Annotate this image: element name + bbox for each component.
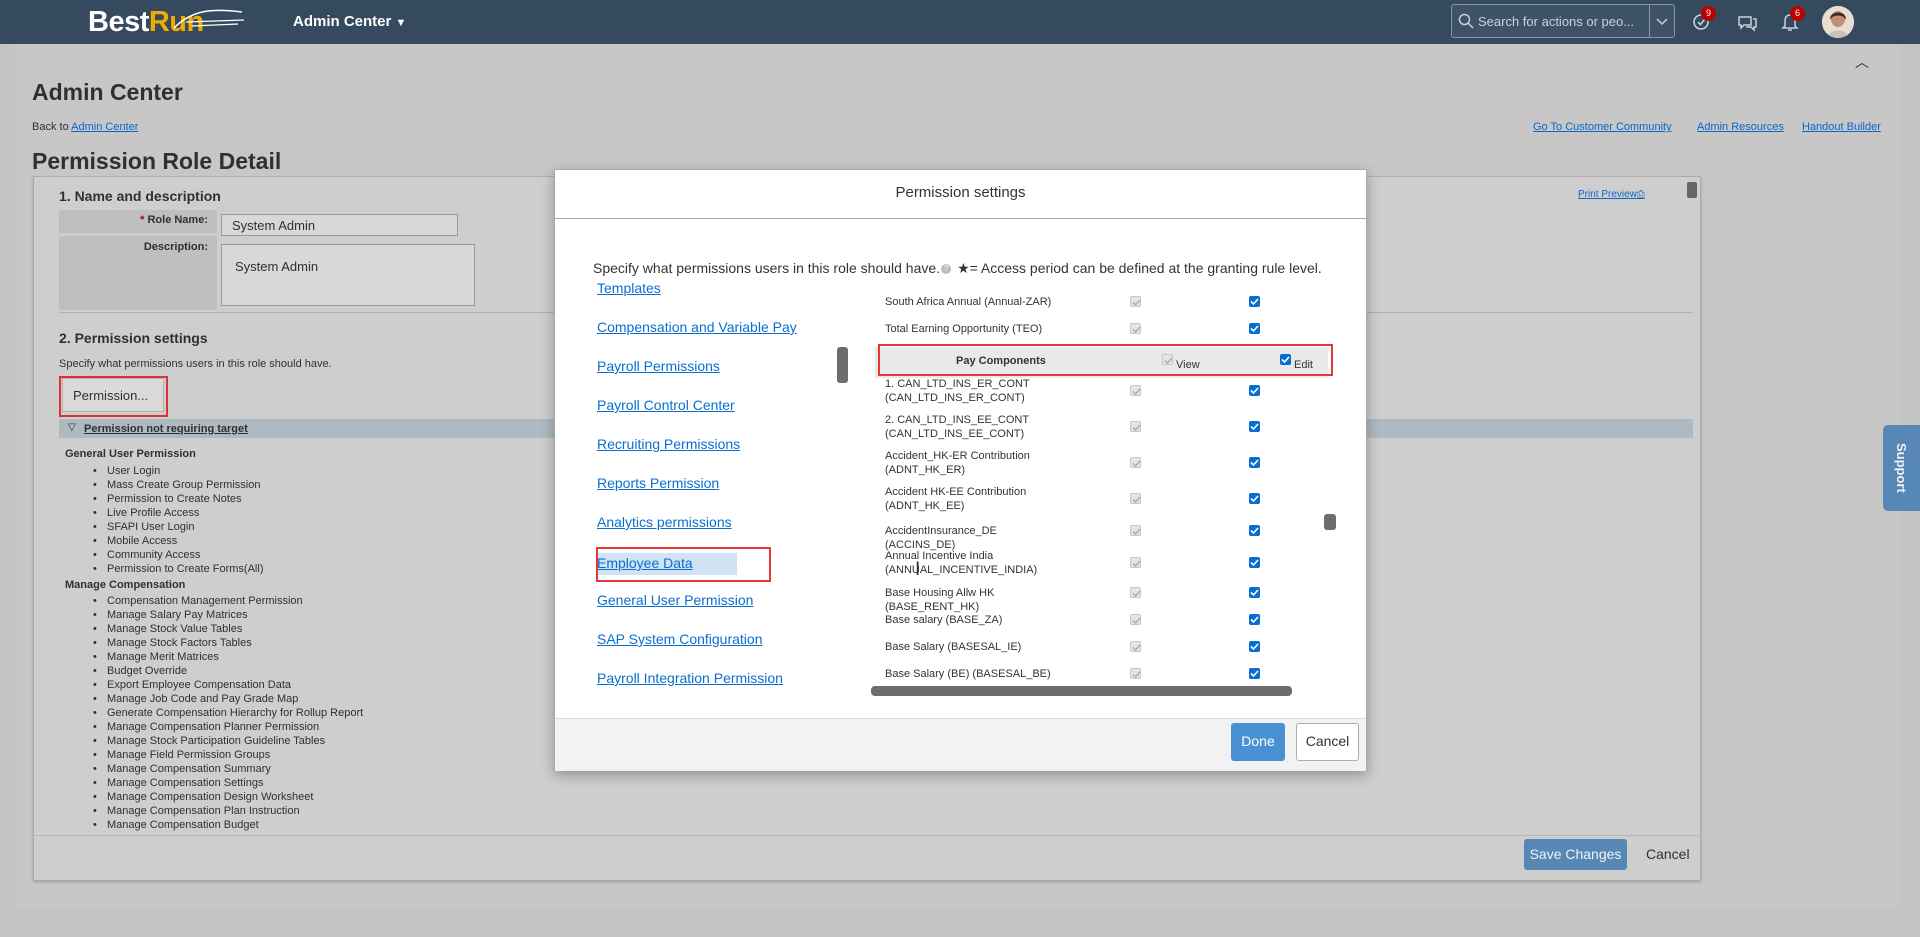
edit-checkbox[interactable] — [1249, 614, 1260, 625]
logo-swoosh-icon — [173, 9, 245, 29]
view-checkbox[interactable] — [1130, 641, 1141, 652]
category-link[interactable]: Analytics permissions — [597, 514, 732, 530]
todo-badge: 9 — [1701, 6, 1716, 21]
notifications-button[interactable]: 6 — [1777, 6, 1805, 35]
search-input[interactable]: Search for actions or peo... — [1451, 4, 1675, 38]
chevron-down-icon — [1656, 18, 1668, 26]
permission-row-label: AccidentInsurance_DE (ACCINS_DE) — [885, 525, 997, 551]
access-period-note: ★= Access period can be defined at the g… — [957, 260, 1322, 276]
todo-button[interactable]: 9 — [1688, 6, 1716, 35]
permission-row-label: 1. CAN_LTD_INS_ER_CONT (CAN_LTD_INS_ER_C… — [885, 378, 1030, 404]
edit-checkbox[interactable] — [1249, 421, 1260, 432]
category-link[interactable]: Reports Permission — [597, 475, 719, 491]
edit-checkbox[interactable] — [1249, 525, 1260, 536]
permission-row-label: Base Salary (BASESAL_IE) — [885, 641, 1022, 653]
edit-checkbox[interactable] — [1249, 323, 1260, 334]
view-checkbox[interactable] — [1130, 296, 1141, 307]
category-link[interactable]: SAP System Configuration — [597, 631, 763, 647]
edit-checkbox[interactable] — [1249, 493, 1260, 504]
admin-center-menu[interactable]: Admin Center ▼ — [293, 13, 406, 30]
view-checkbox[interactable] — [1130, 323, 1141, 334]
admin-center-menu-label: Admin Center — [293, 13, 392, 30]
view-checkbox[interactable] — [1130, 457, 1141, 468]
permission-settings-dialog: Permission settings Specify what permiss… — [554, 169, 1367, 771]
dialog-description-text: Specify what permissions users in this r… — [593, 260, 941, 276]
dialog-title: Permission settings — [895, 184, 1026, 201]
text-cursor-icon: I — [915, 559, 921, 580]
edit-checkbox[interactable] — [1249, 587, 1260, 598]
search-placeholder: Search for actions or peo... — [1478, 14, 1635, 29]
avatar[interactable] — [1822, 6, 1854, 38]
category-link[interactable]: Recruiting Permissions — [597, 436, 740, 452]
feedback-icon — [1738, 16, 1757, 32]
category-link[interactable]: Compensation and Variable Pay — [597, 319, 797, 335]
category-scrollbar[interactable] — [837, 347, 848, 383]
edit-checkbox[interactable] — [1249, 557, 1260, 568]
view-checkbox[interactable] — [1130, 525, 1141, 536]
feedback-button[interactable] — [1734, 9, 1760, 35]
view-checkbox[interactable] — [1130, 493, 1141, 504]
view-checkbox[interactable] — [1130, 668, 1141, 679]
search-icon — [1458, 13, 1474, 29]
permission-row-label: Base salary (BASE_ZA) — [885, 614, 1003, 626]
highlight-box — [596, 547, 771, 582]
logo-best: Best — [88, 6, 149, 38]
category-link[interactable]: General User Permission — [597, 592, 753, 608]
user-photo-icon — [1822, 6, 1854, 38]
table-scrollbar[interactable] — [1324, 514, 1336, 530]
dialog-divider — [555, 218, 1366, 219]
dialog-description: Specify what permissions users in this r… — [593, 260, 1322, 277]
edit-checkbox[interactable] — [1249, 385, 1260, 396]
category-link[interactable]: Templates — [597, 280, 661, 296]
help-icon[interactable]: ? — [941, 264, 952, 275]
notifications-badge: 6 — [1790, 6, 1805, 21]
search-dropdown-button[interactable] — [1649, 5, 1674, 37]
dialog-cancel-button[interactable]: Cancel — [1296, 723, 1359, 761]
permission-row-label: Accident_HK-ER Contribution (ADNT_HK_ER) — [885, 450, 1030, 476]
edit-checkbox[interactable] — [1249, 296, 1260, 307]
edit-checkbox[interactable] — [1249, 668, 1260, 679]
highlight-box — [878, 344, 1333, 376]
view-checkbox[interactable] — [1130, 587, 1141, 598]
category-link[interactable]: Payroll Integration Permission — [597, 670, 783, 686]
edit-checkbox[interactable] — [1249, 641, 1260, 652]
view-checkbox[interactable] — [1130, 614, 1141, 625]
permission-row-label: Base Salary (BE) (BASESAL_BE) — [885, 668, 1051, 680]
permission-row-label: 2. CAN_LTD_INS_EE_CONT (CAN_LTD_INS_EE_C… — [885, 414, 1029, 440]
view-checkbox[interactable] — [1130, 385, 1141, 396]
view-checkbox[interactable] — [1130, 421, 1141, 432]
category-link[interactable]: Payroll Control Center — [597, 397, 735, 413]
horizontal-scrollbar[interactable] — [871, 686, 1292, 696]
dialog-footer: Done Cancel — [555, 718, 1366, 771]
permission-row-label: Annual Incentive India (ANNUAL_INCENTIVE… — [885, 550, 1038, 576]
category-link[interactable]: Payroll Permissions — [597, 358, 720, 374]
permission-row-label: Base Housing Allw HK (BASE_RENT_HK) — [885, 587, 995, 613]
permission-row-label: Total Earning Opportunity (TEO) — [885, 323, 1043, 335]
done-button[interactable]: Done — [1231, 723, 1285, 761]
permission-row-label: Accident HK-EE Contribution (ADNT_HK_EE) — [885, 486, 1027, 512]
edit-checkbox[interactable] — [1249, 457, 1260, 468]
permission-row-label: South Africa Annual (Annual-ZAR) — [885, 296, 1052, 308]
view-checkbox[interactable] — [1130, 557, 1141, 568]
shell-bar: BestRun Admin Center ▼ Search for action… — [0, 0, 1920, 44]
chevron-down-icon: ▼ — [395, 17, 407, 29]
